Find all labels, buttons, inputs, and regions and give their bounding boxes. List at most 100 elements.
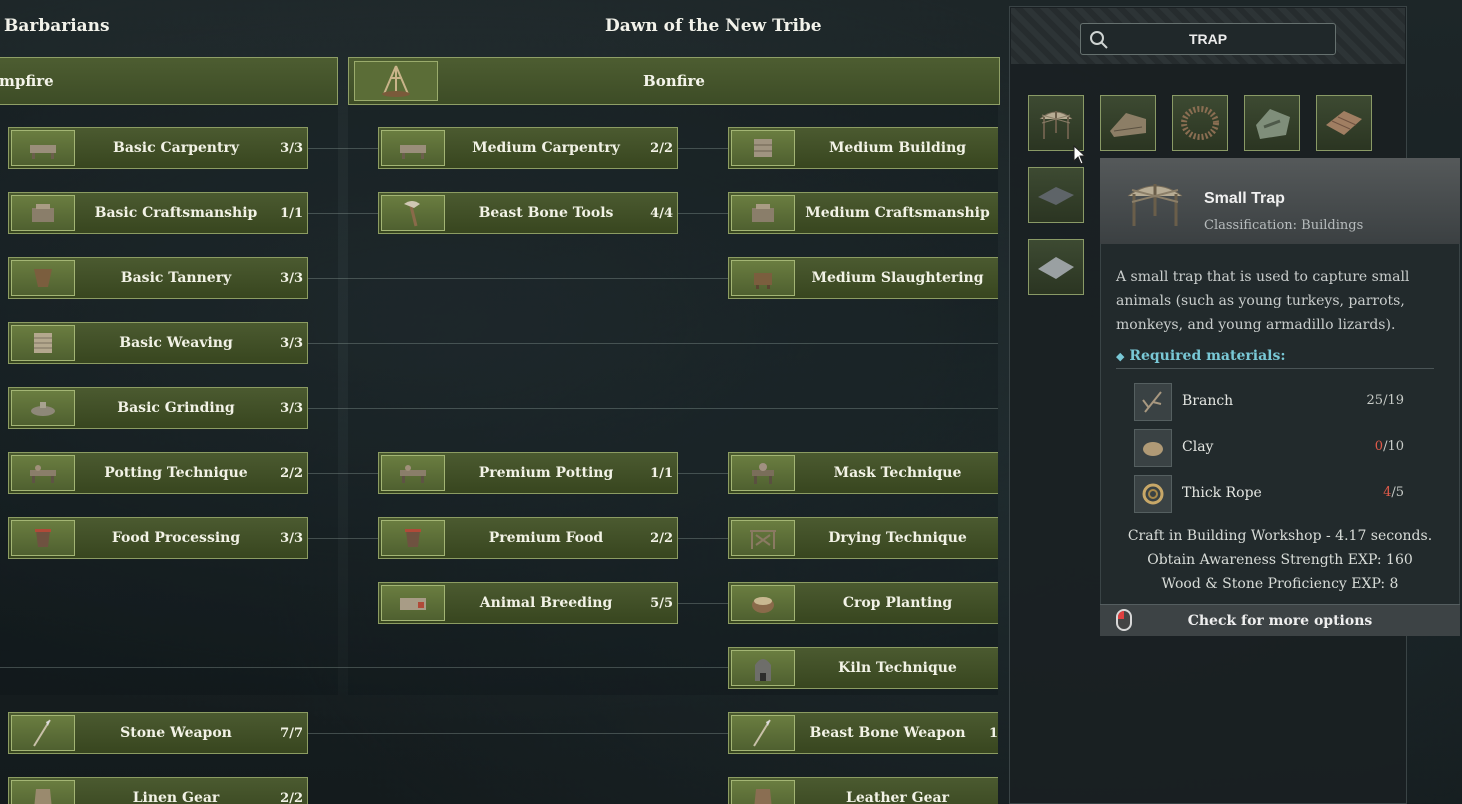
result-slot-small-trap[interactable] [1028,95,1084,151]
spear-icon [11,715,75,751]
more-options-bar[interactable]: Check for more options [1100,604,1460,636]
tech-node-drying-technique[interactable]: Drying Technique [728,517,998,559]
stage-bonfire[interactable]: Bonfire [348,57,1000,105]
result-slot-shelter[interactable] [1100,95,1156,151]
material-need: /5 [1391,485,1404,500]
connector [678,213,730,214]
tech-node-basic-tannery[interactable]: Basic Tannery 3/3 [8,257,308,299]
tech-count: 2/2 [280,465,303,481]
tech-node-crop-planting[interactable]: Crop Planting [728,582,998,624]
tech-node-basic-craftsmanship[interactable]: Basic Craftsmanship 1/1 [8,192,308,234]
connector [678,473,730,474]
tech-node-premium-food[interactable]: Premium Food 2/2 [378,517,678,559]
stage-campfire[interactable]: mpfire [0,57,338,105]
tech-node-medium-building[interactable]: Medium Building [728,127,998,169]
mouse-icon [1116,609,1132,631]
tech-label: Basic Grinding [117,400,235,416]
tech-count: 5/5 [650,595,673,611]
stage-label: Bonfire [643,72,705,90]
tech-node-basic-weaving[interactable]: Basic Weaving 3/3 [8,322,308,364]
tech-node-linen-gear[interactable]: Linen Gear 2/2 [8,777,308,804]
material-row-thick-rope: Thick Rope 4/5 [1134,475,1414,513]
tech-node-food-processing[interactable]: Food Processing 3/3 [8,517,308,559]
tech-label: Basic Craftsmanship [94,205,258,221]
divider [1116,368,1434,369]
drying-icon [731,520,795,556]
material-name: Clay [1182,439,1214,455]
result-slot-fence[interactable] [1172,95,1228,151]
breeding-icon [381,585,445,621]
slaughter-icon [731,260,795,296]
tech-node-potting-technique[interactable]: Potting Technique 2/2 [8,452,308,494]
tech-count: 1/1 [650,465,673,481]
tech-node-animal-breeding[interactable]: Animal Breeding 5/5 [378,582,678,624]
era-title-center: Dawn of the New Tribe [605,16,822,36]
carpentry-icon [11,130,75,166]
weaving-icon [11,325,75,361]
gear-icon [731,780,795,804]
tech-label: Potting Technique [104,465,248,481]
connector [308,733,730,734]
stage-label: mpfire [0,72,54,90]
tech-node-basic-carpentry[interactable]: Basic Carpentry 3/3 [8,127,308,169]
tech-node-leather-gear[interactable]: Leather Gear [728,777,998,804]
wood-floor-icon [1326,111,1362,135]
tech-label: Medium Slaughtering [811,270,984,286]
tannery-icon [11,260,75,296]
tech-node-premium-potting[interactable]: Premium Potting 1/1 [378,452,678,494]
kiln-icon [731,650,795,686]
search-input[interactable]: TRAP [1080,23,1336,55]
tech-node-mask-technique[interactable]: Mask Technique [728,452,998,494]
material-name: Branch [1182,393,1234,409]
connector [0,667,730,668]
result-slot-wood-floor[interactable] [1316,95,1372,151]
tech-label: Animal Breeding [479,595,613,611]
crop-icon [731,585,795,621]
tech-node-basic-grinding[interactable]: Basic Grinding 3/3 [8,387,308,429]
connector [678,538,730,539]
result-slot-stone-floor-2[interactable] [1028,239,1084,295]
connector [308,408,998,409]
clay-icon [1134,429,1172,467]
craftsmanship-icon [731,195,795,231]
mask-icon [731,455,795,491]
connector [308,278,730,279]
result-slot-pit[interactable] [1244,95,1300,151]
era-title-left: Barbarians [4,16,110,36]
material-quantity: 4/5 [1383,485,1404,500]
tech-count: 3/3 [280,270,303,286]
search-value: TRAP [1188,31,1228,47]
potting-icon [11,455,75,491]
tech-label: Crop Planting [842,595,953,611]
material-have: 25 [1366,393,1384,408]
tech-count: 1/1 [280,205,303,221]
tech-node-beast-bone-weapon[interactable]: Beast Bone Weapon 1 [728,712,998,754]
tech-node-medium-slaughtering[interactable]: Medium Slaughtering [728,257,998,299]
stone-floor-icon [1038,187,1074,205]
required-materials-label: Required materials: [1129,348,1286,364]
branch-icon [1134,383,1172,421]
tech-label: Medium Craftsmanship [805,205,990,221]
tech-node-medium-craftsmanship[interactable]: Medium Craftsmanship [728,192,998,234]
connector [308,343,998,344]
result-slot-stone-floor[interactable] [1028,167,1084,223]
carpentry-icon [381,130,445,166]
connector [678,603,730,604]
tech-label: Stone Weapon [120,725,232,741]
material-name: Thick Rope [1182,485,1262,501]
rope-icon [1134,475,1172,513]
tech-count: 7/7 [280,725,303,741]
tech-node-beast-bone-tools[interactable]: Beast Bone Tools 4/4 [378,192,678,234]
material-need: /19 [1383,393,1404,408]
tech-count: 2/2 [280,790,303,804]
tooltip-description: A small trap that is used to capture sma… [1116,269,1410,333]
tech-label: Beast Bone Weapon [809,725,966,741]
tech-label: Premium Potting [478,465,614,481]
tech-node-medium-carpentry[interactable]: Medium Carpentry 2/2 [378,127,678,169]
trap-icon [1039,111,1073,139]
material-need: /10 [1383,439,1404,454]
tech-node-kiln-technique[interactable]: Kiln Technique [728,647,998,689]
tech-label: Drying Technique [828,530,967,546]
tech-node-stone-weapon[interactable]: Stone Weapon 7/7 [8,712,308,754]
diamond-icon: ◆ [1116,350,1125,363]
